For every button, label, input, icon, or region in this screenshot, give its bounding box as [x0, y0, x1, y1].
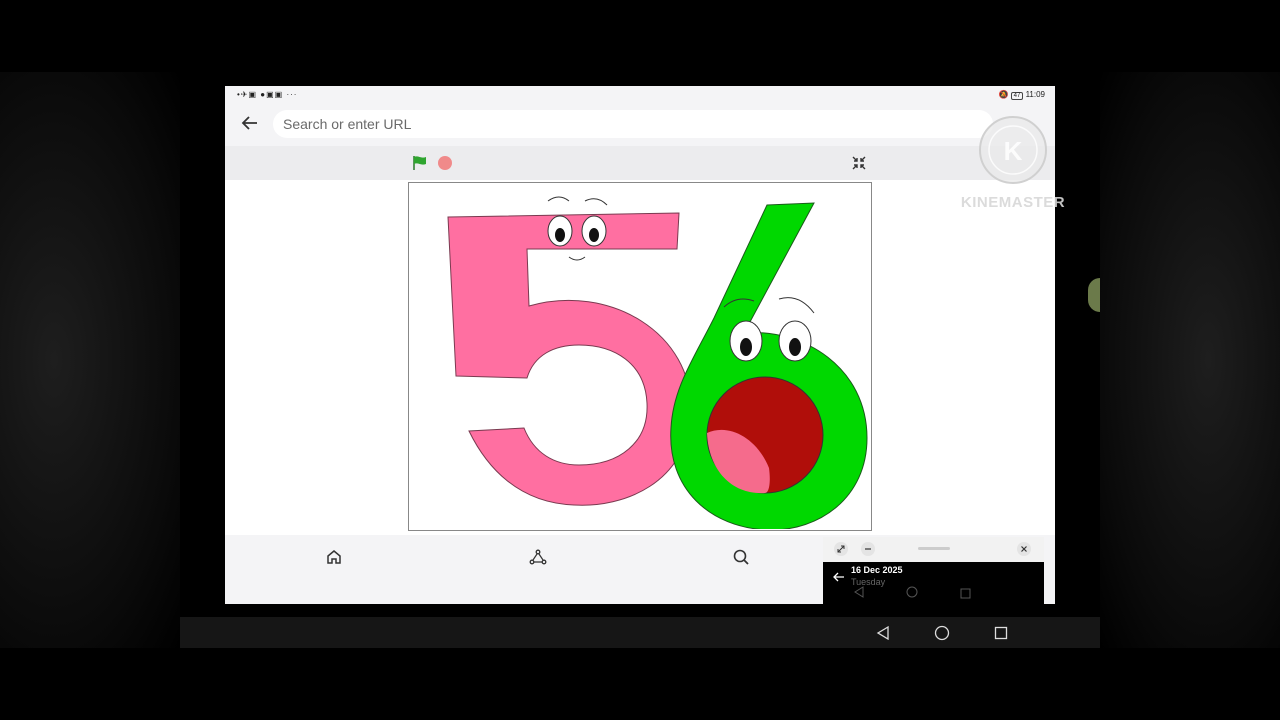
watermark-text: KINEMASTER	[960, 194, 1066, 211]
floating-window[interactable]: 16 Dec 2025 Tuesday	[823, 537, 1044, 604]
stop-icon[interactable]	[438, 156, 452, 170]
drag-handle[interactable]	[918, 547, 950, 550]
numberblocks-artwork	[447, 196, 868, 531]
expand-icon[interactable]	[834, 542, 848, 556]
status-bar: •✈▣ ●▣▣ ··· 🔕 47 11:09	[225, 86, 1055, 104]
nav-recents-icon[interactable]	[992, 624, 1010, 642]
project-stage[interactable]	[408, 182, 872, 531]
project-toolbar	[225, 146, 1055, 180]
share-icon[interactable]	[529, 548, 547, 566]
kinemaster-logo: K	[979, 116, 1047, 184]
right-backdrop	[1100, 72, 1280, 648]
kinemaster-watermark: K KINEMASTER	[953, 114, 1073, 214]
clock: 11:09	[1025, 90, 1045, 99]
floating-ball-icon[interactable]	[1088, 278, 1100, 312]
status-icons: •✈▣ ●▣▣ ···	[237, 90, 298, 99]
back-icon[interactable]	[241, 114, 259, 136]
home-icon[interactable]	[325, 548, 343, 566]
green-flag-icon[interactable]	[411, 155, 429, 176]
url-input[interactable]	[273, 110, 993, 138]
pip-back-icon[interactable]	[833, 570, 845, 588]
number-six-character	[670, 202, 868, 531]
pip-nav-home-icon[interactable]	[906, 585, 918, 603]
svg-text:K: K	[1004, 136, 1023, 166]
nav-home-icon[interactable]	[933, 624, 951, 642]
number-five-character	[447, 196, 692, 506]
status-right: 🔕 47 11:09	[998, 90, 1045, 100]
bell-mute-icon: 🔕	[998, 90, 1009, 99]
fullscreen-exit-icon[interactable]	[849, 153, 869, 173]
tablet-screen: •✈▣ ●▣▣ ··· 🔕 47 11:09 Search or enter U…	[225, 86, 1055, 604]
close-icon[interactable]	[1017, 542, 1031, 556]
pip-nav-back-icon[interactable]	[854, 585, 864, 603]
pip-nav-recents-icon[interactable]	[960, 586, 971, 604]
search-icon[interactable]	[732, 548, 750, 566]
url-bar	[225, 104, 1055, 146]
pip-content: 16 Dec 2025 Tuesday	[823, 562, 1044, 604]
battery-level: 47	[1010, 92, 1024, 100]
left-backdrop	[0, 72, 180, 648]
nav-back-icon[interactable]	[874, 624, 892, 642]
minimize-icon[interactable]	[861, 542, 875, 556]
system-nav-bar	[180, 617, 1100, 648]
pip-date: 16 Dec 2025	[851, 565, 903, 575]
